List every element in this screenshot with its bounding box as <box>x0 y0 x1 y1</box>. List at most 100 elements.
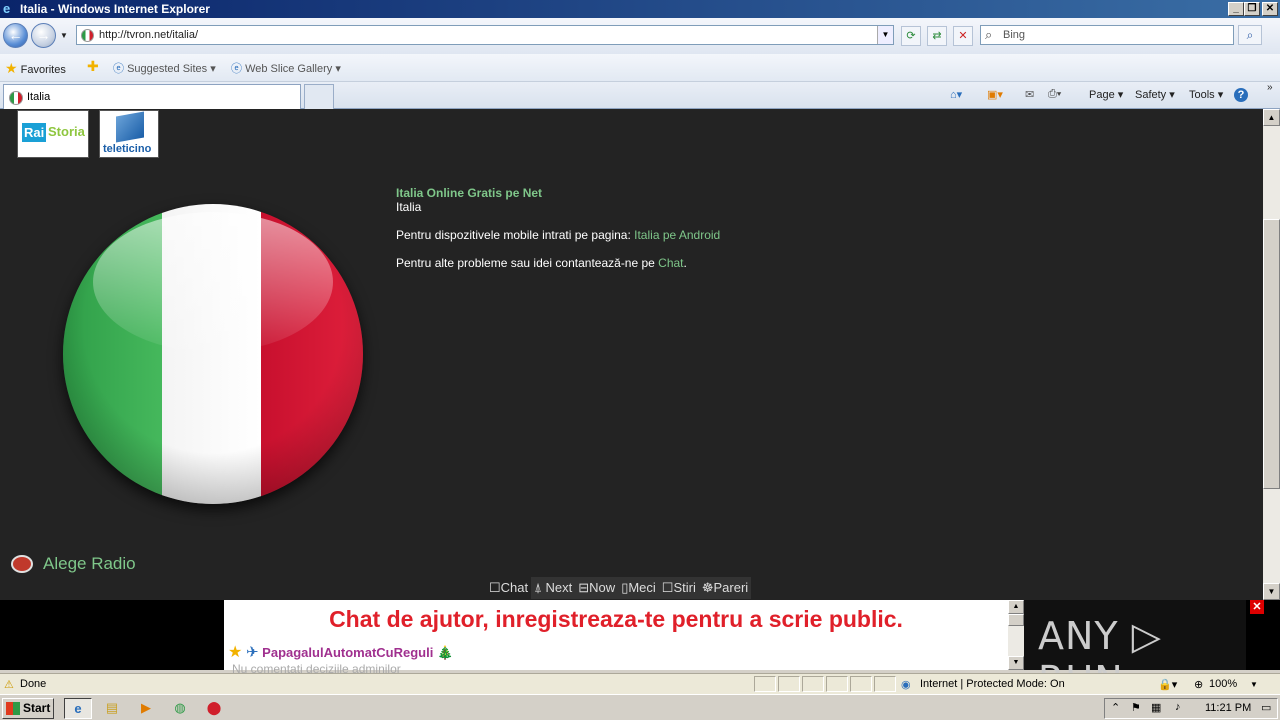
search-button[interactable]: ⌕ <box>1238 25 1262 45</box>
page-scrollbar[interactable]: ▲ ▼ <box>1263 109 1280 600</box>
zoom-level[interactable]: 100% <box>1209 678 1237 690</box>
chat-box[interactable]: Chat de ajutor, inregistreaza-te pentru … <box>224 600 1024 676</box>
page-menu[interactable]: Page ▾ <box>1089 88 1123 101</box>
opera-taskbar-icon[interactable]: ⬤ <box>200 698 228 719</box>
compatibility-view-icon[interactable]: ⟳ <box>901 26 921 46</box>
teleticino-thumbnail[interactable]: teleticino <box>99 110 159 158</box>
refresh-icon[interactable]: ⇄ <box>927 26 947 46</box>
address-row: ← → ▼ http://tvron.net/italia/ ▼ ⟳ ⇄ ✕ ⌕… <box>0 18 1280 54</box>
tab-favicon-icon <box>9 91 23 105</box>
star-icon: ★ <box>228 644 243 661</box>
chat-scroll-thumb[interactable] <box>1008 614 1024 626</box>
chat-link[interactable]: Chat <box>658 256 683 270</box>
chat-username[interactable]: PapagalulAutomatCuReguli <box>262 645 433 660</box>
home-icon[interactable]: ⌂▾ <box>950 88 962 101</box>
tab-row: Italia ⌂▾ ▣▾ ✉ ⎙▾ Page ▾ Safety ▾ Tools … <box>0 82 1280 109</box>
show-desktop-icon[interactable]: ▭ <box>1261 701 1271 714</box>
rai-storia-thumbnail[interactable]: Rai Storia <box>17 110 89 158</box>
warning-icon: ⚠ <box>4 679 14 691</box>
page-content: Rai Storia teleticino Italia Online Grat… <box>0 109 1263 600</box>
media-player-taskbar-icon[interactable]: ▶ <box>132 698 160 719</box>
favorites-star-icon: ★ <box>5 60 18 76</box>
radio-icon <box>11 555 33 573</box>
favorites-button[interactable]: ★ Favorites <box>5 60 66 77</box>
safety-menu[interactable]: Safety ▾ <box>1135 88 1175 101</box>
zoom-icon: ⊕ <box>1194 679 1204 691</box>
forward-button[interactable]: → <box>31 23 56 48</box>
suggested-sites-link[interactable]: ⓔ Suggested Sites ▾ <box>113 60 216 76</box>
chevron-more-icon[interactable]: » <box>1267 82 1273 93</box>
search-provider-icon: ⌕ <box>985 27 993 42</box>
restore-button[interactable]: ❐ <box>1244 2 1260 16</box>
internet-zone-icon: ◉ <box>901 679 911 691</box>
contact-info: Pentru alte probleme sau idei contanteaz… <box>396 256 687 270</box>
system-tray: ⌃ ⚑ ▦ ♪ 11:21 PM ▭ <box>1104 698 1278 719</box>
menu-meci[interactable]: ▯Meci <box>618 577 659 599</box>
chat-scroll-up-icon[interactable]: ▲ <box>1008 600 1024 614</box>
status-bar: ⚠ Done ◉ Internet | Protected Mode: On 🔒… <box>0 673 1280 694</box>
menu-next[interactable]: ⍋ Next <box>531 577 576 599</box>
minimize-button[interactable]: _ <box>1228 2 1244 16</box>
recent-pages-dropdown-icon[interactable]: ▼ <box>60 31 68 40</box>
chat-scroll-down-icon[interactable]: ▼ <box>1008 656 1024 670</box>
new-tab-button[interactable] <box>304 84 334 109</box>
help-icon[interactable]: ? <box>1234 88 1248 102</box>
tab-label: Italia <box>27 91 51 103</box>
start-button[interactable]: Start <box>2 698 54 719</box>
print-icon[interactable]: ⎙▾ <box>1048 88 1061 101</box>
feeds-icon[interactable]: ▣▾ <box>987 88 1003 101</box>
protected-mode-icon[interactable]: 🔒▾ <box>1158 678 1177 691</box>
back-button[interactable]: ← <box>3 23 28 48</box>
ie-icon: e <box>3 1 11 16</box>
android-link[interactable]: Italia pe Android <box>634 228 720 242</box>
scroll-thumb[interactable] <box>1263 219 1280 489</box>
clock[interactable]: 11:21 PM <box>1205 702 1251 714</box>
security-zone-text[interactable]: Internet | Protected Mode: On <box>920 678 1065 690</box>
site-favicon-icon <box>81 29 94 42</box>
choose-radio-label: Alege Radio <box>43 554 136 573</box>
web-slice-gallery-link[interactable]: ⓔ Web Slice Gallery ▾ <box>231 60 341 76</box>
channel-subtitle: Italia <box>396 200 422 214</box>
volume-icon[interactable]: ♪ <box>1175 701 1181 713</box>
chat-scrollbar[interactable]: ▲ ▼ <box>1008 600 1024 670</box>
menu-pareri[interactable]: ☸Pareri <box>698 577 752 599</box>
chat-strip: Chat de ajutor, inregistreaza-te pentru … <box>0 600 1280 702</box>
mobile-info: Pentru dispozitivele mobile intrati pe p… <box>396 228 721 242</box>
scroll-up-icon[interactable]: ▲ <box>1263 109 1280 126</box>
stop-icon[interactable]: ✕ <box>953 26 973 46</box>
title-bar: e Italia - Windows Internet Explorer _ ❐… <box>0 0 1280 18</box>
scroll-down-icon[interactable]: ▼ <box>1263 583 1280 600</box>
chat-message: ★ ✈ PapagalulAutomatCuReguli 🎄 <box>228 642 453 662</box>
close-strip-icon[interactable]: ✕ <box>1250 600 1264 614</box>
windows-logo-icon <box>6 702 20 715</box>
add-to-favorites-bar-icon[interactable]: ✚ <box>87 58 99 75</box>
search-placeholder: Bing <box>1003 29 1026 41</box>
bottom-menu: ☐Chat ⍋ Next ⊟Now ▯Meci ☐Stiri ☸Pareri <box>486 577 752 599</box>
ie-taskbar-icon[interactable]: e <box>64 698 92 719</box>
tree-icon: 🎄 <box>436 645 454 660</box>
explorer-taskbar-icon[interactable]: ▤ <box>98 698 126 719</box>
menu-stiri[interactable]: ☐Stiri <box>658 577 699 599</box>
window-title: Italia - Windows Internet Explorer <box>20 2 210 16</box>
close-window-button[interactable]: ✕ <box>1262 2 1278 16</box>
read-mail-icon[interactable]: ✉ <box>1025 88 1034 101</box>
taskbar: Start e ▤ ▶ ◍ ⬤ ⌃ ⚑ ▦ ♪ 11:21 PM ▭ <box>0 694 1280 720</box>
address-url: http://tvron.net/italia/ <box>99 29 199 41</box>
favorites-bar: ★ Favorites ✚ ⓔ Suggested Sites ▾ ⓔ Web … <box>0 54 1280 82</box>
flag-icon[interactable]: ⚑ <box>1131 701 1141 714</box>
network-icon[interactable]: ▦ <box>1151 701 1161 714</box>
tools-menu[interactable]: Tools ▾ <box>1189 88 1223 101</box>
menu-chat[interactable]: ☐Chat <box>486 577 531 599</box>
chrome-taskbar-icon[interactable]: ◍ <box>166 698 194 719</box>
search-input[interactable]: ⌕ Bing <box>980 25 1234 45</box>
address-dropdown-icon[interactable]: ▼ <box>877 26 893 44</box>
tab-italia[interactable]: Italia <box>3 84 301 109</box>
zoom-dropdown-icon[interactable]: ▼ <box>1250 680 1258 689</box>
tray-expand-icon[interactable]: ⌃ <box>1111 701 1120 714</box>
anyrun-watermark: ANY ▷ RUN <box>1024 600 1246 702</box>
italy-flag-globe-image <box>63 204 363 504</box>
teleticino-logo-icon <box>116 111 144 143</box>
plane-icon: ✈ <box>245 644 259 661</box>
address-field[interactable]: http://tvron.net/italia/ ▼ <box>76 25 894 45</box>
menu-now[interactable]: ⊟Now <box>575 577 619 599</box>
